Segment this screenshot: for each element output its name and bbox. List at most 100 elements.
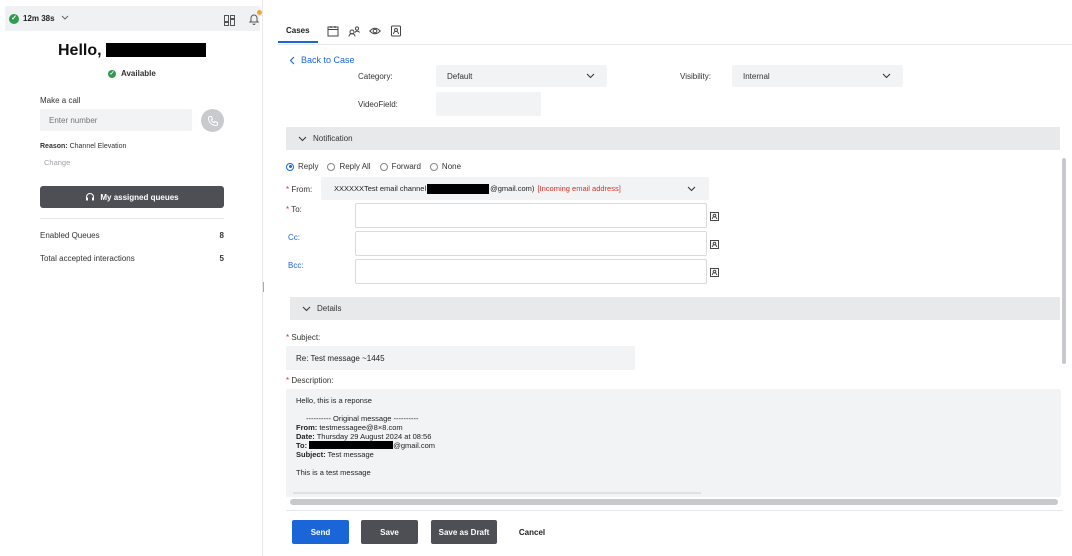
status-check-icon: ✓ — [9, 13, 19, 24]
to-label: To: — [291, 205, 302, 214]
stat-row-enabled-queues: Enabled Queues 8 — [40, 231, 224, 240]
required-asterisk: * — [286, 185, 290, 194]
required-asterisk: * — [286, 205, 290, 214]
reason-label: Reason: — [40, 143, 68, 150]
notification-section-header[interactable]: Notification — [286, 127, 1060, 150]
chevron-down-icon — [298, 136, 307, 142]
from-select[interactable]: XXXXXXTest email channel @gmail.com) [In… — [321, 177, 709, 200]
desc-val: Thursday 29 August 2024 at 08:56 — [316, 432, 432, 441]
desc-key: Date: — [296, 432, 315, 441]
address-book-icon[interactable] — [710, 212, 719, 221]
stat-value: 5 — [219, 254, 224, 263]
available-check-icon: ✓ — [108, 69, 116, 78]
required-asterisk: * — [286, 333, 290, 342]
phone-icon — [207, 115, 218, 126]
redacted-name — [106, 43, 206, 57]
call-button[interactable] — [201, 109, 224, 132]
from-suffix: @gmail.com) — [490, 184, 535, 193]
from-label-wrap: * From: — [286, 185, 312, 194]
subject-label: Subject: — [291, 333, 321, 342]
chevron-left-icon — [289, 56, 295, 64]
send-button[interactable]: Send — [292, 520, 349, 544]
save-as-draft-button[interactable]: Save as Draft — [431, 520, 497, 544]
stat-value: 8 — [219, 231, 224, 240]
desc-key: To: — [296, 441, 308, 450]
agent-panel: ✓ 12m 38s Hello, ✓ Available Make a call — [0, 0, 262, 556]
subject-input[interactable]: Re: Test message ~1445 — [286, 346, 635, 370]
details-section-header[interactable]: Details — [290, 297, 1060, 320]
tab-underline — [278, 44, 1072, 45]
radio-forward[interactable]: Forward — [379, 162, 421, 171]
redacted-email — [309, 441, 394, 449]
radio-label: Reply All — [339, 162, 371, 171]
radio-label: Reply — [298, 162, 319, 171]
radio-reply[interactable]: Reply — [286, 162, 318, 171]
my-assigned-queues-button[interactable]: My assigned queues — [40, 186, 224, 208]
tab-cases[interactable]: Cases — [278, 19, 318, 43]
stat-label: Total accepted interactions — [40, 254, 135, 263]
horizontal-scrollbar[interactable] — [290, 499, 1058, 505]
desc-key: Subject: — [296, 450, 326, 459]
details-title: Details — [317, 304, 342, 313]
cc-input[interactable] — [355, 231, 707, 256]
back-link-text: Back to Case — [301, 55, 355, 65]
to-input[interactable] — [355, 203, 707, 228]
layout-grid-icon[interactable] — [224, 13, 235, 26]
desc-original-header: ---------- Original message ---------- — [306, 414, 419, 423]
notification-title: Notification — [313, 134, 353, 143]
cc-label[interactable]: Cc: — [288, 233, 300, 242]
app-root: ✓ 12m 38s Hello, ✓ Available Make a call — [0, 0, 1072, 556]
radio-label: Forward — [391, 162, 421, 171]
contact-card-icon[interactable] — [390, 25, 402, 37]
cancel-button[interactable]: Cancel — [509, 520, 555, 544]
radio-indicator — [327, 162, 336, 171]
radio-reply-all[interactable]: Reply All — [327, 162, 371, 171]
radio-none[interactable]: None — [429, 162, 461, 171]
headset-icon — [86, 193, 95, 201]
desc-val: Test message — [327, 450, 374, 459]
chevron-down-icon — [586, 73, 595, 79]
description-editor[interactable]: Hello, this is a reponse ---------- Orig… — [286, 389, 1061, 497]
tab-bar: Cases — [278, 18, 402, 44]
visibility-select[interactable]: Internal — [732, 65, 903, 87]
agent-top-bar: ✓ 12m 38s — [5, 6, 262, 31]
bcc-input[interactable] — [355, 259, 707, 284]
change-link[interactable]: Change — [44, 158, 70, 167]
subject-value: Re: Test message ~1445 — [296, 353, 385, 363]
vertical-scrollbar[interactable] — [1062, 158, 1066, 364]
reason-line: Reason: Channel Elevation — [40, 143, 126, 150]
category-label: Category: — [358, 72, 393, 81]
contacts-icon[interactable] — [348, 25, 360, 37]
stat-label: Enabled Queues — [40, 231, 100, 240]
address-book-icon[interactable] — [710, 240, 719, 249]
radio-indicator — [379, 162, 388, 171]
back-to-case-link[interactable]: Back to Case — [289, 55, 355, 65]
address-book-icon[interactable] — [710, 268, 719, 277]
category-value: Default — [447, 71, 473, 81]
case-panel: Cases Back to Case Category: Default Vis… — [278, 0, 1072, 556]
calendar-icon[interactable] — [327, 25, 339, 37]
make-call-label: Make a call — [40, 96, 81, 105]
to-label-wrap: * To: — [286, 205, 302, 214]
availability-text: Available — [121, 69, 156, 78]
queues-button-label: My assigned queues — [100, 192, 179, 202]
status-timer-dropdown[interactable]: ✓ 12m 38s — [9, 11, 69, 26]
bcc-label[interactable]: Bcc: — [288, 261, 304, 270]
required-asterisk: * — [286, 376, 290, 385]
phone-number-input[interactable] — [40, 109, 192, 131]
subject-label-wrap: * Subject: — [286, 333, 320, 342]
stat-row-accepted-interactions: Total accepted interactions 5 — [40, 254, 224, 263]
panel-resize-handle[interactable] — [263, 282, 265, 292]
desc-body: This is a test message — [296, 468, 371, 477]
eye-icon[interactable] — [368, 25, 381, 37]
video-field-input[interactable] — [436, 92, 541, 116]
chevron-down-icon — [687, 186, 696, 192]
radio-indicator — [429, 162, 438, 171]
save-button[interactable]: Save — [361, 520, 418, 544]
category-select[interactable]: Default — [436, 65, 607, 87]
divider — [40, 218, 224, 219]
radio-selected-indicator — [286, 162, 294, 171]
from-note: [Incoming email address] — [537, 184, 621, 193]
editor-resize-bar[interactable] — [293, 492, 701, 494]
visibility-label: Visibility: — [680, 72, 711, 81]
